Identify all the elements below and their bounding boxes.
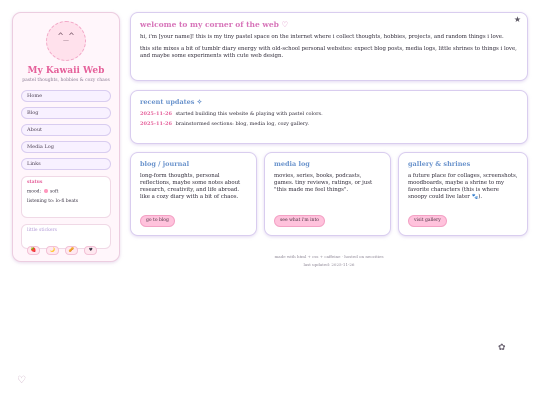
blog-card: blog / journal long-form thoughts, perso… bbox=[130, 152, 257, 236]
visit-gallery-button[interactable]: visit gallery bbox=[408, 215, 447, 227]
nav-item-media-log[interactable]: Media Log bbox=[21, 141, 111, 153]
mood-label: mood: bbox=[27, 189, 42, 195]
heart-sticker-icon[interactable]: ♥ bbox=[84, 246, 98, 255]
page: ^_^ My Kawaii Web pastel thoughts, hobbi… bbox=[0, 0, 540, 405]
update-date: 2025-11-26 bbox=[140, 111, 172, 117]
gallery-card: gallery & shrines a future place for col… bbox=[398, 152, 528, 236]
avatar: ^_^ bbox=[46, 21, 86, 61]
media-log-title: media log bbox=[274, 160, 310, 168]
footer: made with html + css + caffeine · hosted… bbox=[130, 253, 528, 269]
welcome-intro: hi, i'm [your name]! this is my tiny pas… bbox=[140, 34, 504, 40]
welcome-description: this site mixes a bit of tumblr diary en… bbox=[140, 46, 517, 59]
gallery-title: gallery & shrines bbox=[408, 160, 471, 168]
blog-description: long-form thoughts, personal reflections… bbox=[140, 173, 241, 200]
strawberry-sticker-icon[interactable]: 🍓 bbox=[27, 246, 40, 255]
update-date: 2025-11-26 bbox=[140, 121, 172, 127]
star-icon[interactable]: ★ bbox=[514, 15, 521, 24]
nav-item-about[interactable]: About bbox=[21, 124, 111, 136]
site-title: My Kawaii Web bbox=[27, 66, 105, 76]
nav-item-links[interactable]: Links bbox=[21, 158, 111, 170]
update-item: 2025-11-26 brainstormed sections: blog, … bbox=[140, 121, 518, 127]
footer-credits: made with html + css + caffeine · hosted… bbox=[274, 254, 384, 259]
gallery-description: a future place for collages, screenshots… bbox=[408, 173, 518, 200]
status-card: status mood: soft listening to: lo-fi be… bbox=[21, 176, 111, 218]
site-tagline: pastel thoughts, hobbies & cozy chaos bbox=[22, 78, 110, 83]
go-to-blog-button[interactable]: go to blog bbox=[140, 215, 175, 227]
nav-item-blog[interactable]: Blog bbox=[21, 107, 111, 119]
sticker-row: 🍓 🌙 🥜 ♥ bbox=[27, 236, 105, 255]
sidebar-nav: Home Blog About Media Log Links bbox=[21, 90, 111, 170]
nav-item-home[interactable]: Home bbox=[21, 90, 111, 102]
sidebar: ^_^ My Kawaii Web pastel thoughts, hobbi… bbox=[12, 12, 120, 262]
mood-value: soft bbox=[49, 189, 59, 195]
recent-updates-card: recent updates ✧ 2025-11-26 started buil… bbox=[130, 90, 528, 144]
welcome-card: ★ welcome to my corner of the web ♡ hi, … bbox=[130, 12, 528, 81]
welcome-title: welcome to my corner of the web ♡ bbox=[140, 20, 289, 29]
update-item: 2025-11-26 started building this website… bbox=[140, 111, 518, 117]
status-listening: listening to: lo-fi beats bbox=[27, 198, 79, 204]
media-log-card: media log movies, series, books, podcast… bbox=[264, 152, 391, 236]
peanut-sticker-icon[interactable]: 🥜 bbox=[65, 246, 79, 255]
moon-sticker-icon[interactable]: 🌙 bbox=[46, 246, 60, 255]
updates-list: 2025-11-26 started building this website… bbox=[140, 111, 518, 127]
blog-title: blog / journal bbox=[140, 160, 190, 168]
status-heading: status bbox=[27, 180, 43, 185]
avatar-face: ^_^ bbox=[57, 32, 75, 42]
status-mood: mood: soft bbox=[27, 189, 105, 195]
heart-icon[interactable]: ♡ bbox=[17, 375, 26, 386]
mood-dot-icon bbox=[43, 189, 48, 193]
footer-last-updated: last updated: 2025-11-26 bbox=[303, 262, 355, 267]
flower-icon[interactable]: ✿ bbox=[498, 343, 506, 353]
update-text: brainstormed sections: blog, media log, … bbox=[175, 121, 310, 127]
media-log-button[interactable]: see what i'm into bbox=[274, 215, 325, 227]
media-log-description: movies, series, books, podcasts, games. … bbox=[274, 173, 373, 193]
updates-title: recent updates ✧ bbox=[140, 98, 203, 106]
stickers-heading: little stickers bbox=[27, 228, 57, 233]
update-text: started building this website & playing … bbox=[175, 111, 323, 117]
stickers-card: little stickers 🍓 🌙 🥜 ♥ bbox=[21, 224, 111, 255]
